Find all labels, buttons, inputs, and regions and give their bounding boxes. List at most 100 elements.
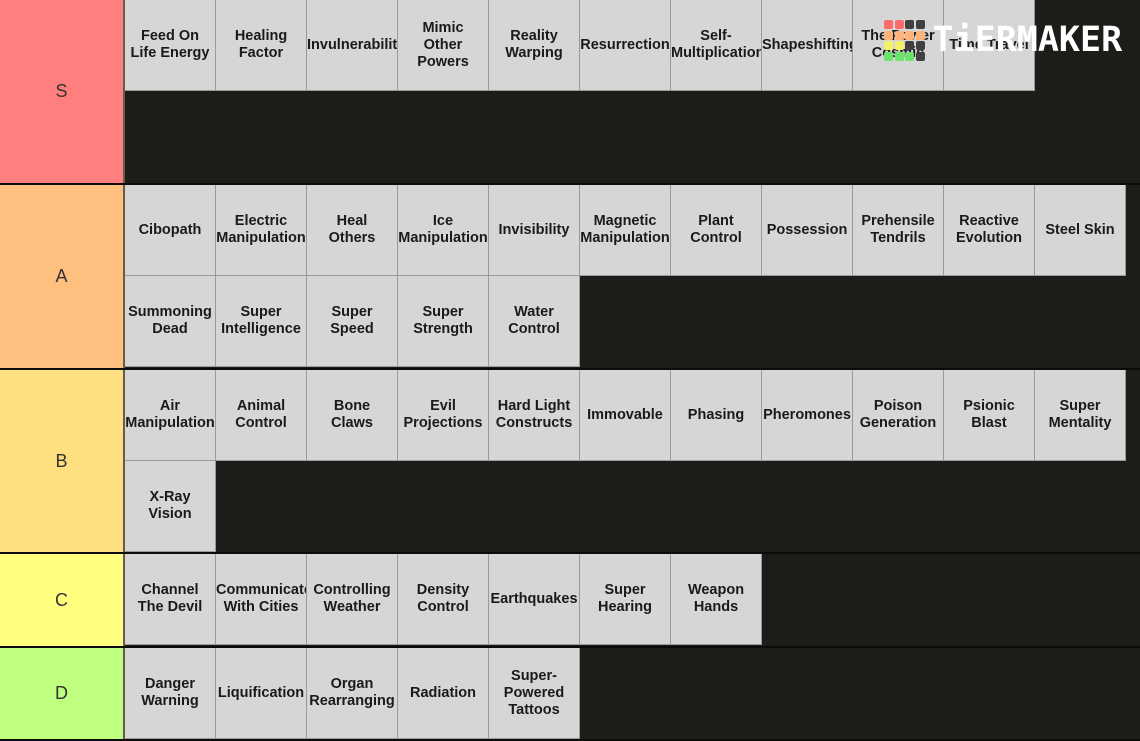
tier-item-label: Electric Manipulation [216, 213, 306, 246]
logo-grid-square [894, 51, 904, 61]
tier-item[interactable]: Invulnerability [307, 0, 398, 91]
logo-grid-square [884, 20, 893, 29]
tier-item[interactable]: Plant Control [671, 185, 762, 276]
tier-item-label: Super Intelligence [221, 304, 301, 337]
tier-item-label: Controlling Weather [313, 582, 391, 615]
logo-grid-square [905, 20, 914, 29]
tier-item-label: Invulnerability [307, 36, 398, 53]
tier-item-label: Psionic Blast [963, 398, 1015, 431]
tier-item[interactable]: Evil Projections [398, 370, 489, 461]
tier-label[interactable]: C [0, 554, 125, 646]
logo-grid-square [894, 30, 904, 40]
tier-list: S Feed On Life Energy Healing Factor Invuln… [0, 0, 1140, 741]
tiermaker-logo: TiERMAKER [884, 20, 1122, 61]
tier-item[interactable]: Possession [762, 185, 853, 276]
tier-label[interactable]: D [0, 648, 125, 739]
tier-item-label: Weapon Hands [687, 582, 745, 615]
tier-item[interactable]: Immovable [580, 370, 671, 461]
tier-item-label: Summoning Dead [128, 304, 212, 337]
tier-item-label: Self- Multiplication [671, 28, 762, 61]
tier-item-label: Phasing [687, 406, 745, 423]
tier-item[interactable]: X-Ray Vision [125, 461, 216, 552]
tier-item[interactable]: Shapeshifting [762, 0, 853, 91]
tier-item-label: Reality Warping [505, 28, 563, 61]
tier-label[interactable]: A [0, 185, 125, 368]
tier-item[interactable]: Invisibility [489, 185, 580, 276]
tier-item-label: Earthquakes [490, 590, 578, 607]
tier-item[interactable]: Super Mentality [1035, 370, 1126, 461]
tier-items: Channel The Devil Communicate With Cities… [125, 554, 1140, 646]
tier-item[interactable]: Animal Control [216, 370, 307, 461]
tier-item[interactable]: Psionic Blast [944, 370, 1035, 461]
tier-item-label: Pheromones [763, 406, 851, 423]
tier-item[interactable]: Super- Powered Tattoos [489, 648, 580, 739]
logo-grid-square [884, 30, 893, 40]
tier-item-label: Evil Projections [403, 398, 483, 431]
logo-grid-icon [884, 20, 925, 61]
tier-item-label: Communicate With Cities [216, 582, 307, 615]
tier-item-label: X-Ray Vision [148, 489, 192, 522]
tier-item[interactable]: Super Strength [398, 276, 489, 367]
tier-items: Air Manipulation Animal Control Bone Claws… [125, 370, 1140, 552]
tier-label[interactable]: S [0, 0, 125, 183]
tier-item[interactable]: Controlling Weather [307, 554, 398, 645]
tier-item[interactable]: Bone Claws [307, 370, 398, 461]
tier-item[interactable]: Healing Factor [216, 0, 307, 91]
tier-item-label: Density Control [416, 582, 470, 615]
tier-item[interactable]: Summoning Dead [125, 276, 216, 367]
logo-grid-square [915, 51, 925, 61]
tier-item[interactable]: Density Control [398, 554, 489, 645]
tier-item[interactable]: Danger Warning [125, 648, 216, 739]
tier-item[interactable]: Radiation [398, 648, 489, 739]
tier-item-label: Plant Control [690, 213, 742, 246]
tier-item-label: Bone Claws [331, 398, 373, 431]
tier-item[interactable]: Reactive Evolution [944, 185, 1035, 276]
tier-item[interactable]: Liquification [216, 648, 307, 739]
tier-item-label: Organ Rearranging [309, 676, 395, 709]
tier-item-label: Water Control [508, 304, 560, 337]
tier-item[interactable]: Reality Warping [489, 0, 580, 91]
tier-item[interactable]: Ice Manipulation [398, 185, 489, 276]
tier-item-label: Feed On Life Energy [130, 28, 210, 61]
tier-item[interactable]: Super Hearing [580, 554, 671, 645]
tier-item-label: Super Strength [413, 304, 473, 337]
tier-item[interactable]: Hard Light Constructs [489, 370, 580, 461]
tier-item[interactable]: Mimic Other Powers [398, 0, 489, 91]
tier-item-label: Cibopath [138, 221, 202, 238]
tier-item[interactable]: Earthquakes [489, 554, 580, 645]
tier-label[interactable]: B [0, 370, 125, 552]
tier-item[interactable]: Water Control [489, 276, 580, 367]
tier-item[interactable]: Weapon Hands [671, 554, 762, 645]
tier-item[interactable]: Air Manipulation [125, 370, 216, 461]
logo-grid-square [905, 30, 914, 40]
tier-item[interactable]: Super Intelligence [216, 276, 307, 367]
tier-row-d: D Danger Warning Liquification Organ Rearra… [0, 648, 1140, 741]
tier-item-label: Super Speed [330, 304, 374, 337]
tier-item[interactable]: Magnetic Manipulation [580, 185, 671, 276]
logo-grid-square [915, 41, 925, 50]
tier-item-label: Possession [766, 221, 848, 238]
tier-item[interactable]: Super Speed [307, 276, 398, 367]
tier-item[interactable]: Channel The Devil [125, 554, 216, 645]
tier-item-label: Danger Warning [141, 676, 199, 709]
logo-grid-square [915, 30, 925, 40]
logo-grid-square [894, 20, 904, 29]
tier-item[interactable]: Phasing [671, 370, 762, 461]
tier-item[interactable]: Communicate With Cities [216, 554, 307, 645]
tier-item[interactable]: Steel Skin [1035, 185, 1126, 276]
tier-item[interactable]: Heal Others [307, 185, 398, 276]
logo-grid-square [905, 41, 914, 50]
tier-item[interactable]: Poison Generation [853, 370, 944, 461]
tier-item[interactable]: Cibopath [125, 185, 216, 276]
tier-item[interactable]: Organ Rearranging [307, 648, 398, 739]
tier-item[interactable]: Feed On Life Energy [125, 0, 216, 91]
tier-item[interactable]: Resurrection [580, 0, 671, 91]
tier-item[interactable]: Self- Multiplication [671, 0, 762, 91]
tier-item[interactable]: Electric Manipulation [216, 185, 307, 276]
tier-item-label: Super Mentality [1048, 398, 1112, 431]
tier-item-label: Channel The Devil [137, 582, 203, 615]
tier-item[interactable]: Pheromones [762, 370, 853, 461]
tier-item-label: Liquification [217, 684, 305, 701]
tier-row-a: A Cibopath Electric Manipulation Heal Other… [0, 185, 1140, 370]
tier-item[interactable]: Prehensile Tendrils [853, 185, 944, 276]
